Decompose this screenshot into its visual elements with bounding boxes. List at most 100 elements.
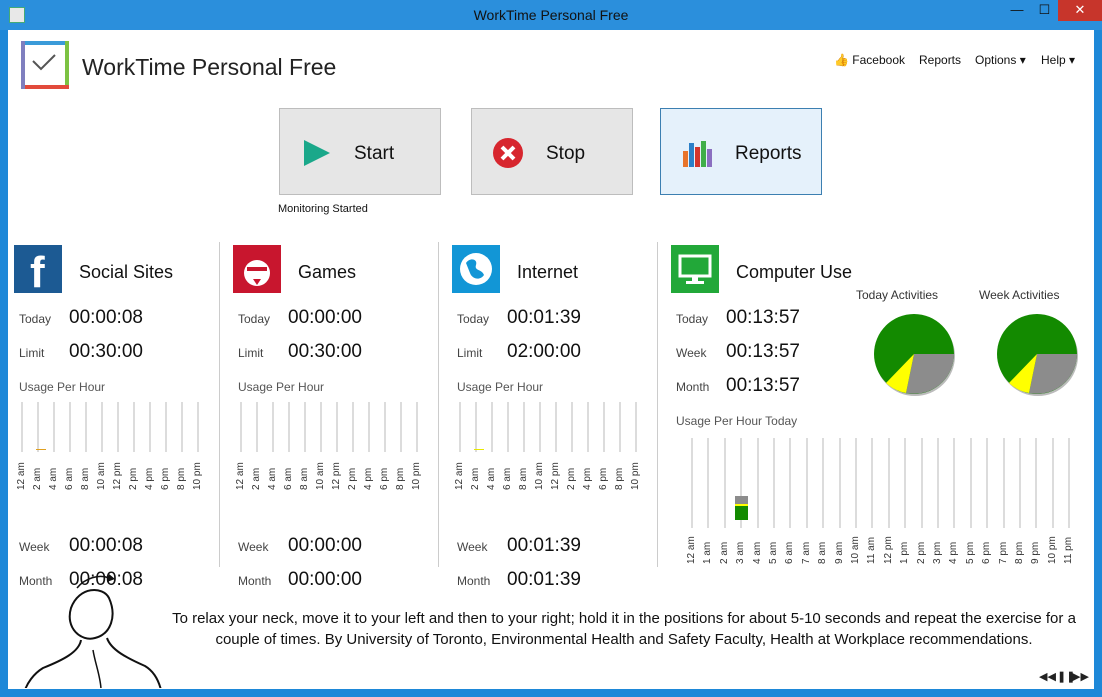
- hour-tick-label: 8 am: [299, 467, 310, 490]
- panel-divider: [219, 242, 220, 567]
- hour-bar: [1051, 438, 1054, 528]
- hour-bar: [491, 402, 493, 452]
- today-label: Today: [19, 312, 52, 326]
- hour-tick-label: 10 am: [96, 462, 107, 490]
- limit-label: Limit: [19, 346, 45, 360]
- week-label: Week: [457, 540, 488, 554]
- month-label: Month: [238, 574, 272, 588]
- hour-tick-label: 6 am: [784, 541, 796, 564]
- hour-bar: [240, 402, 242, 452]
- close-button[interactable]: ✕: [1058, 0, 1102, 21]
- hour-bar: [69, 402, 71, 452]
- games-panel: Games Today 00:00:00 Limit 00:30:00 Usag…: [233, 242, 433, 590]
- next-tip-button[interactable]: ▶▶: [1072, 670, 1089, 683]
- hour-bar: [635, 402, 637, 452]
- hour-tick-label: 8 pm: [1014, 541, 1025, 564]
- limit-value: 02:00:00: [507, 341, 581, 362]
- hour-tick-label: 12 am: [686, 536, 697, 564]
- hour-bar: [539, 402, 541, 452]
- week-activities-pie: [997, 314, 1078, 396]
- hour-bar: [37, 402, 39, 452]
- monitoring-status: Monitoring Started: [278, 203, 368, 215]
- nav-help[interactable]: Help ▾: [1041, 53, 1075, 67]
- hour-usage-mark: [36, 449, 46, 450]
- today-value: 00:13:57: [726, 307, 800, 328]
- hour-bar: [691, 438, 693, 528]
- month-value: 00:00:00: [288, 569, 362, 590]
- stop-label: Stop: [546, 143, 586, 164]
- hour-tick-label: 3 am: [735, 541, 747, 564]
- nav-reports[interactable]: Reports: [919, 53, 961, 67]
- hour-bar: [1035, 438, 1038, 528]
- start-button[interactable]: Start: [279, 108, 441, 195]
- hour-bar: [822, 438, 825, 528]
- hour-tick-label: 4 am: [267, 467, 278, 490]
- hour-bar: [969, 438, 972, 528]
- facebook-link[interactable]: 👍 Facebook: [834, 53, 905, 67]
- hour-tick-label: 10 pm: [1046, 536, 1058, 564]
- window-title: WorkTime Personal Free: [473, 7, 629, 23]
- hour-tick-label: 12 pm: [112, 462, 123, 490]
- week-label: Week: [676, 346, 707, 360]
- hour-bar: [21, 402, 23, 452]
- hour-tick-label: 10 pm: [411, 462, 422, 490]
- maximize-button[interactable]: ☐: [1031, 0, 1058, 21]
- week-label: Week: [19, 540, 50, 554]
- stop-button[interactable]: Stop: [471, 108, 633, 195]
- hour-bar: [707, 438, 710, 528]
- hour-tick-label: 1 pm: [899, 541, 911, 564]
- angry-bird-icon: [233, 245, 281, 293]
- panel-title: Social Sites: [79, 262, 174, 282]
- hour-tick-label: 12 pm: [550, 462, 561, 490]
- hour-bar: [507, 402, 509, 452]
- hour-bar: [1068, 438, 1071, 528]
- hour-bar: [304, 402, 306, 452]
- reports-button[interactable]: Reports: [660, 108, 822, 195]
- hour-tick-label: 6 am: [283, 467, 294, 490]
- hour-tick-label: 2 pm: [347, 467, 358, 490]
- hour-tick-label: 10 pm: [630, 462, 641, 490]
- week-label: Week: [238, 540, 269, 554]
- hour-tick-label: 4 pm: [948, 541, 960, 564]
- month-value: 00:13:57: [726, 375, 800, 396]
- title-bar: WorkTime Personal Free — ☐ ✕: [0, 0, 1102, 30]
- hour-bar: [953, 438, 956, 528]
- hour-tick-label: 4 am: [486, 467, 497, 490]
- hour-tick-label: 3 pm: [932, 541, 943, 564]
- month-label: Month: [676, 380, 710, 394]
- hour-tick-label: 8 pm: [395, 467, 406, 490]
- hour-usage-mark: [474, 449, 484, 450]
- hour-bar: [197, 402, 199, 452]
- today-value: 00:00:08: [69, 307, 143, 328]
- hour-usage-gray: [735, 496, 749, 504]
- hour-tick-label: 12 pm: [331, 462, 342, 490]
- hour-tick-label: 8 pm: [176, 467, 187, 490]
- previous-tip-button[interactable]: ◀◀: [1039, 670, 1056, 683]
- hour-tick-label: 8 am: [80, 467, 91, 490]
- hour-bar: [320, 402, 322, 452]
- svg-text:f: f: [30, 248, 45, 293]
- hour-bar: [272, 402, 274, 452]
- week-activities-label: Week Activities: [979, 288, 1060, 302]
- hour-tick-label: 6 am: [64, 467, 75, 490]
- facebook-icon: f: [14, 245, 62, 293]
- internet-panel: Internet Today 00:01:39 Limit 02:00:00 U…: [452, 242, 652, 590]
- hour-tick-label: 6 pm: [598, 467, 609, 490]
- hour-bar: [855, 438, 857, 528]
- hour-bar: [181, 402, 183, 452]
- hour-bar: [475, 402, 477, 452]
- nav-options[interactable]: Options ▾: [975, 53, 1026, 67]
- hour-tick-label: 9 am: [833, 541, 845, 564]
- app-title: WorkTime Personal Free: [82, 54, 337, 80]
- hour-bar: [920, 438, 923, 528]
- hour-bar: [352, 402, 354, 452]
- minimize-button[interactable]: —: [1003, 0, 1031, 21]
- hour-bar: [723, 438, 726, 528]
- limit-label: Limit: [238, 346, 264, 360]
- hour-tick-label: 11 pm: [1063, 536, 1075, 564]
- hour-tick-label: 12 am: [235, 462, 246, 490]
- today-value: 00:00:00: [288, 307, 362, 328]
- hour-tick-label: 4 pm: [582, 467, 593, 490]
- limit-value: 00:30:00: [69, 341, 143, 362]
- week-value: 00:01:39: [507, 535, 581, 556]
